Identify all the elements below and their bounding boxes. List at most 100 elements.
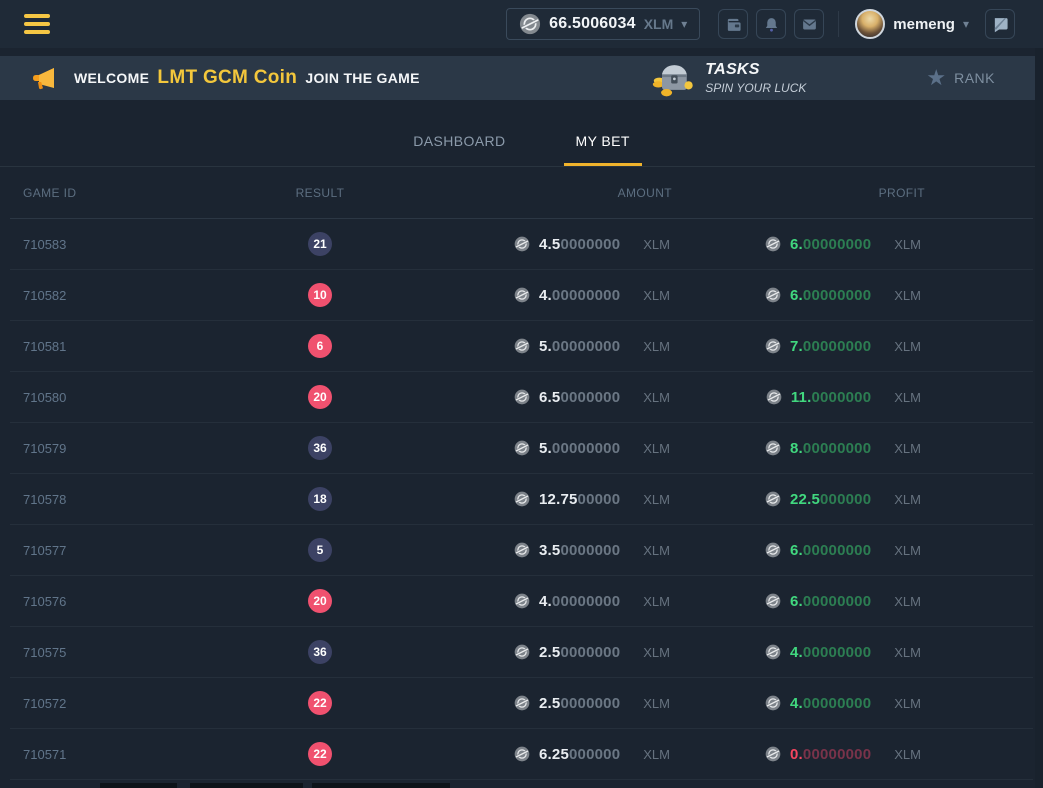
profit-zeros: 00000000 [803, 338, 871, 355]
currency-label: XLM [643, 645, 670, 660]
table-row[interactable]: 710581 6 5.00000000 XLM [10, 321, 1033, 372]
result-badge: 20 [308, 385, 332, 409]
bell-icon [763, 16, 780, 33]
result-badge: 36 [308, 436, 332, 460]
amount-zeros: 000000 [569, 746, 620, 763]
chevron-down-icon: ▾ [681, 18, 687, 30]
xlm-coin-icon [514, 746, 530, 762]
profit-cell: 11.0000000 XLM [690, 389, 935, 406]
profit-significant: 4. [790, 644, 803, 661]
bottom-edge-segment [100, 783, 177, 788]
table-row[interactable]: 710577 5 3.50000000 XLM [10, 525, 1033, 576]
menu-icon[interactable] [20, 10, 54, 38]
profit-significant: 6. [790, 287, 803, 304]
currency-label: XLM [894, 390, 921, 405]
game-id[interactable]: 710583 [10, 237, 240, 252]
game-id[interactable]: 710582 [10, 288, 240, 303]
result-badge: 21 [308, 232, 332, 256]
amount-cell: 6.25000000 XLM [400, 746, 690, 763]
table-row[interactable]: 710583 21 4.50000000 XLM [10, 219, 1033, 270]
currency-label: XLM [894, 645, 921, 660]
table-row[interactable]: 710582 10 4.00000000 XLM [10, 270, 1033, 321]
rank-label: RANK [954, 70, 995, 86]
profit-cell: 8.00000000 XLM [690, 440, 935, 457]
amount-zeros: 00000000 [552, 287, 620, 304]
table-row[interactable]: 710578 18 12.7500000 XLM [10, 474, 1033, 525]
user-menu[interactable]: memeng ▾ [855, 9, 969, 39]
tab-dashboard[interactable]: DASHBOARD [401, 125, 517, 166]
result-badge: 36 [308, 640, 332, 664]
result-badge: 6 [308, 334, 332, 358]
profit-value: 0.00000000 [790, 746, 871, 763]
table-row[interactable]: 710575 36 2.50000000 XLM [10, 627, 1033, 678]
profit-value: 22.5000000 [790, 491, 871, 508]
treasure-chest-icon [651, 59, 695, 97]
profit-cell: 0.00000000 XLM [690, 746, 935, 763]
xlm-coin-icon [514, 389, 530, 405]
currency-label: XLM [643, 441, 670, 456]
scrollbar-track[interactable] [1035, 48, 1043, 788]
balance-selector[interactable]: 66.5006034 XLM ▾ [506, 8, 700, 40]
game-id[interactable]: 710580 [10, 390, 240, 405]
profit-significant: 7. [790, 338, 803, 355]
rank-widget[interactable]: ★ RANK [926, 67, 995, 89]
profit-value: 6.00000000 [790, 236, 871, 253]
amount-significant: 5. [539, 338, 552, 355]
amount-zeros: 00000000 [552, 338, 620, 355]
amount-significant: 2.5 [539, 695, 560, 712]
profit-significant: 11. [791, 389, 812, 406]
amount-significant: 2.5 [539, 644, 560, 661]
game-id[interactable]: 710571 [10, 747, 240, 762]
table-row[interactable]: 710579 36 5.00000000 XLM [10, 423, 1033, 474]
amount-significant: 3.5 [539, 542, 560, 559]
xlm-coin-icon [765, 695, 781, 711]
game-id[interactable]: 710572 [10, 696, 240, 711]
tab-my-bet[interactable]: MY BET [564, 125, 642, 166]
xlm-coin-icon [765, 644, 781, 660]
amount-cell: 5.00000000 XLM [400, 338, 690, 355]
table-row[interactable]: 710580 20 6.50000000 XLM [10, 372, 1033, 423]
tasks-widget[interactable]: TASKS SPIN YOUR LUCK [651, 59, 806, 97]
game-id[interactable]: 710579 [10, 441, 240, 456]
amount-value: 6.50000000 [539, 389, 620, 406]
currency-label: XLM [894, 492, 921, 507]
topbar-divider [838, 11, 839, 37]
profit-zeros: 00000000 [803, 695, 871, 712]
currency-label: XLM [894, 237, 921, 252]
profit-cell: 6.00000000 XLM [690, 542, 935, 559]
profit-significant: 0. [790, 746, 803, 763]
profit-value: 6.00000000 [790, 287, 871, 304]
table-row[interactable]: 710572 22 2.50000000 XLM [10, 678, 1033, 729]
messages-button[interactable] [794, 9, 824, 39]
wallet-button[interactable] [718, 9, 748, 39]
amount-zeros: 0000000 [560, 542, 620, 559]
game-id[interactable]: 710577 [10, 543, 240, 558]
announcement[interactable]: WELCOME LMT GCM Coin JOIN THE GAME [30, 64, 420, 92]
chevron-down-icon: ▾ [963, 18, 969, 30]
amount-cell: 6.50000000 XLM [400, 389, 690, 406]
table-row[interactable]: 710571 22 6.25000000 XLM [10, 729, 1033, 780]
game-id[interactable]: 710575 [10, 645, 240, 660]
welcome-suffix: JOIN THE GAME [305, 70, 419, 86]
profit-significant: 6. [790, 593, 803, 610]
xlm-coin-icon [514, 644, 530, 660]
xlm-coin-icon [765, 236, 781, 252]
chat-button[interactable] [985, 9, 1015, 39]
notifications-button[interactable] [756, 9, 786, 39]
amount-zeros: 00000000 [552, 440, 620, 457]
amount-zeros: 0000000 [560, 695, 620, 712]
game-id[interactable]: 710576 [10, 594, 240, 609]
currency-label: XLM [643, 747, 670, 762]
xlm-coin-icon [514, 593, 530, 609]
result-cell: 20 [240, 385, 400, 409]
result-cell: 22 [240, 742, 400, 766]
bet-table-body: 710583 21 4.50000000 XLM [10, 219, 1033, 780]
table-row[interactable]: 710576 20 4.00000000 XLM [10, 576, 1033, 627]
balance-currency: XLM [644, 16, 674, 32]
currency-label: XLM [894, 288, 921, 303]
profit-zeros: 00000000 [803, 542, 871, 559]
xlm-coin-icon [514, 695, 530, 711]
game-id[interactable]: 710581 [10, 339, 240, 354]
announcement-banner: WELCOME LMT GCM Coin JOIN THE GAME [0, 56, 1043, 100]
game-id[interactable]: 710578 [10, 492, 240, 507]
